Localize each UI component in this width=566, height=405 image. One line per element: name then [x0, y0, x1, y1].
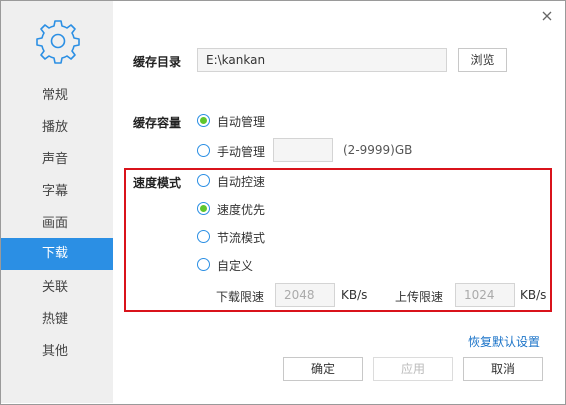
cancel-button[interactable]: 取消 [463, 357, 543, 381]
sidebar-item-picture[interactable]: 画面 [1, 208, 113, 240]
restore-defaults-link[interactable]: 恢复默认设置 [468, 333, 540, 350]
speed-throttle-radio[interactable] [197, 230, 210, 243]
upload-limit-unit: KB/s [520, 288, 547, 302]
sidebar-item-sound[interactable]: 声音 [1, 144, 113, 176]
cache-dir-field[interactable]: E:\kankan [197, 48, 447, 72]
cache-manual-label: 手动管理 [217, 145, 266, 159]
sidebar-item-subtitle[interactable]: 字幕 [1, 176, 113, 208]
ok-button[interactable]: 确定 [283, 357, 363, 381]
sidebar-item-hotkeys[interactable]: 热键 [1, 304, 113, 336]
apply-button[interactable]: 应用 [373, 357, 453, 381]
browse-button[interactable]: 浏览 [458, 48, 507, 72]
cache-manual-radio[interactable] [197, 144, 210, 157]
download-limit-input[interactable]: 2048 [275, 283, 335, 307]
speed-throttle-label: 节流模式 [217, 231, 266, 245]
cache-range-text: (2-9999)GB [343, 143, 413, 157]
gear-icon [36, 20, 80, 64]
speed-priority-radio[interactable] [197, 202, 210, 215]
sidebar-item-other[interactable]: 其他 [1, 336, 113, 368]
speed-custom-label: 自定义 [217, 259, 254, 273]
sidebar: 常规 播放 声音 字幕 画面 下载 关联 热键 其他 [1, 1, 113, 403]
upload-limit-input[interactable]: 1024 [455, 283, 515, 307]
sidebar-item-general[interactable]: 常规 [1, 80, 113, 112]
cache-capacity-label: 缓存容量 [133, 116, 182, 130]
sidebar-item-association[interactable]: 关联 [1, 272, 113, 304]
sidebar-item-download[interactable]: 下载 [1, 238, 113, 270]
speed-mode-label: 速度模式 [133, 176, 182, 190]
cache-dir-label: 缓存目录 [133, 55, 182, 69]
cache-auto-label: 自动管理 [217, 115, 266, 129]
speed-auto-label: 自动控速 [217, 175, 266, 189]
upload-limit-label: 上传限速 [395, 290, 444, 304]
cache-size-input[interactable] [273, 138, 333, 162]
speed-auto-radio[interactable] [197, 174, 210, 187]
download-limit-label: 下载限速 [216, 290, 265, 304]
cache-auto-radio[interactable] [197, 114, 210, 127]
speed-priority-label: 速度优先 [217, 203, 266, 217]
speed-custom-radio[interactable] [197, 258, 210, 271]
close-icon[interactable] [540, 9, 554, 23]
sidebar-item-playback[interactable]: 播放 [1, 112, 113, 144]
download-limit-unit: KB/s [341, 288, 368, 302]
